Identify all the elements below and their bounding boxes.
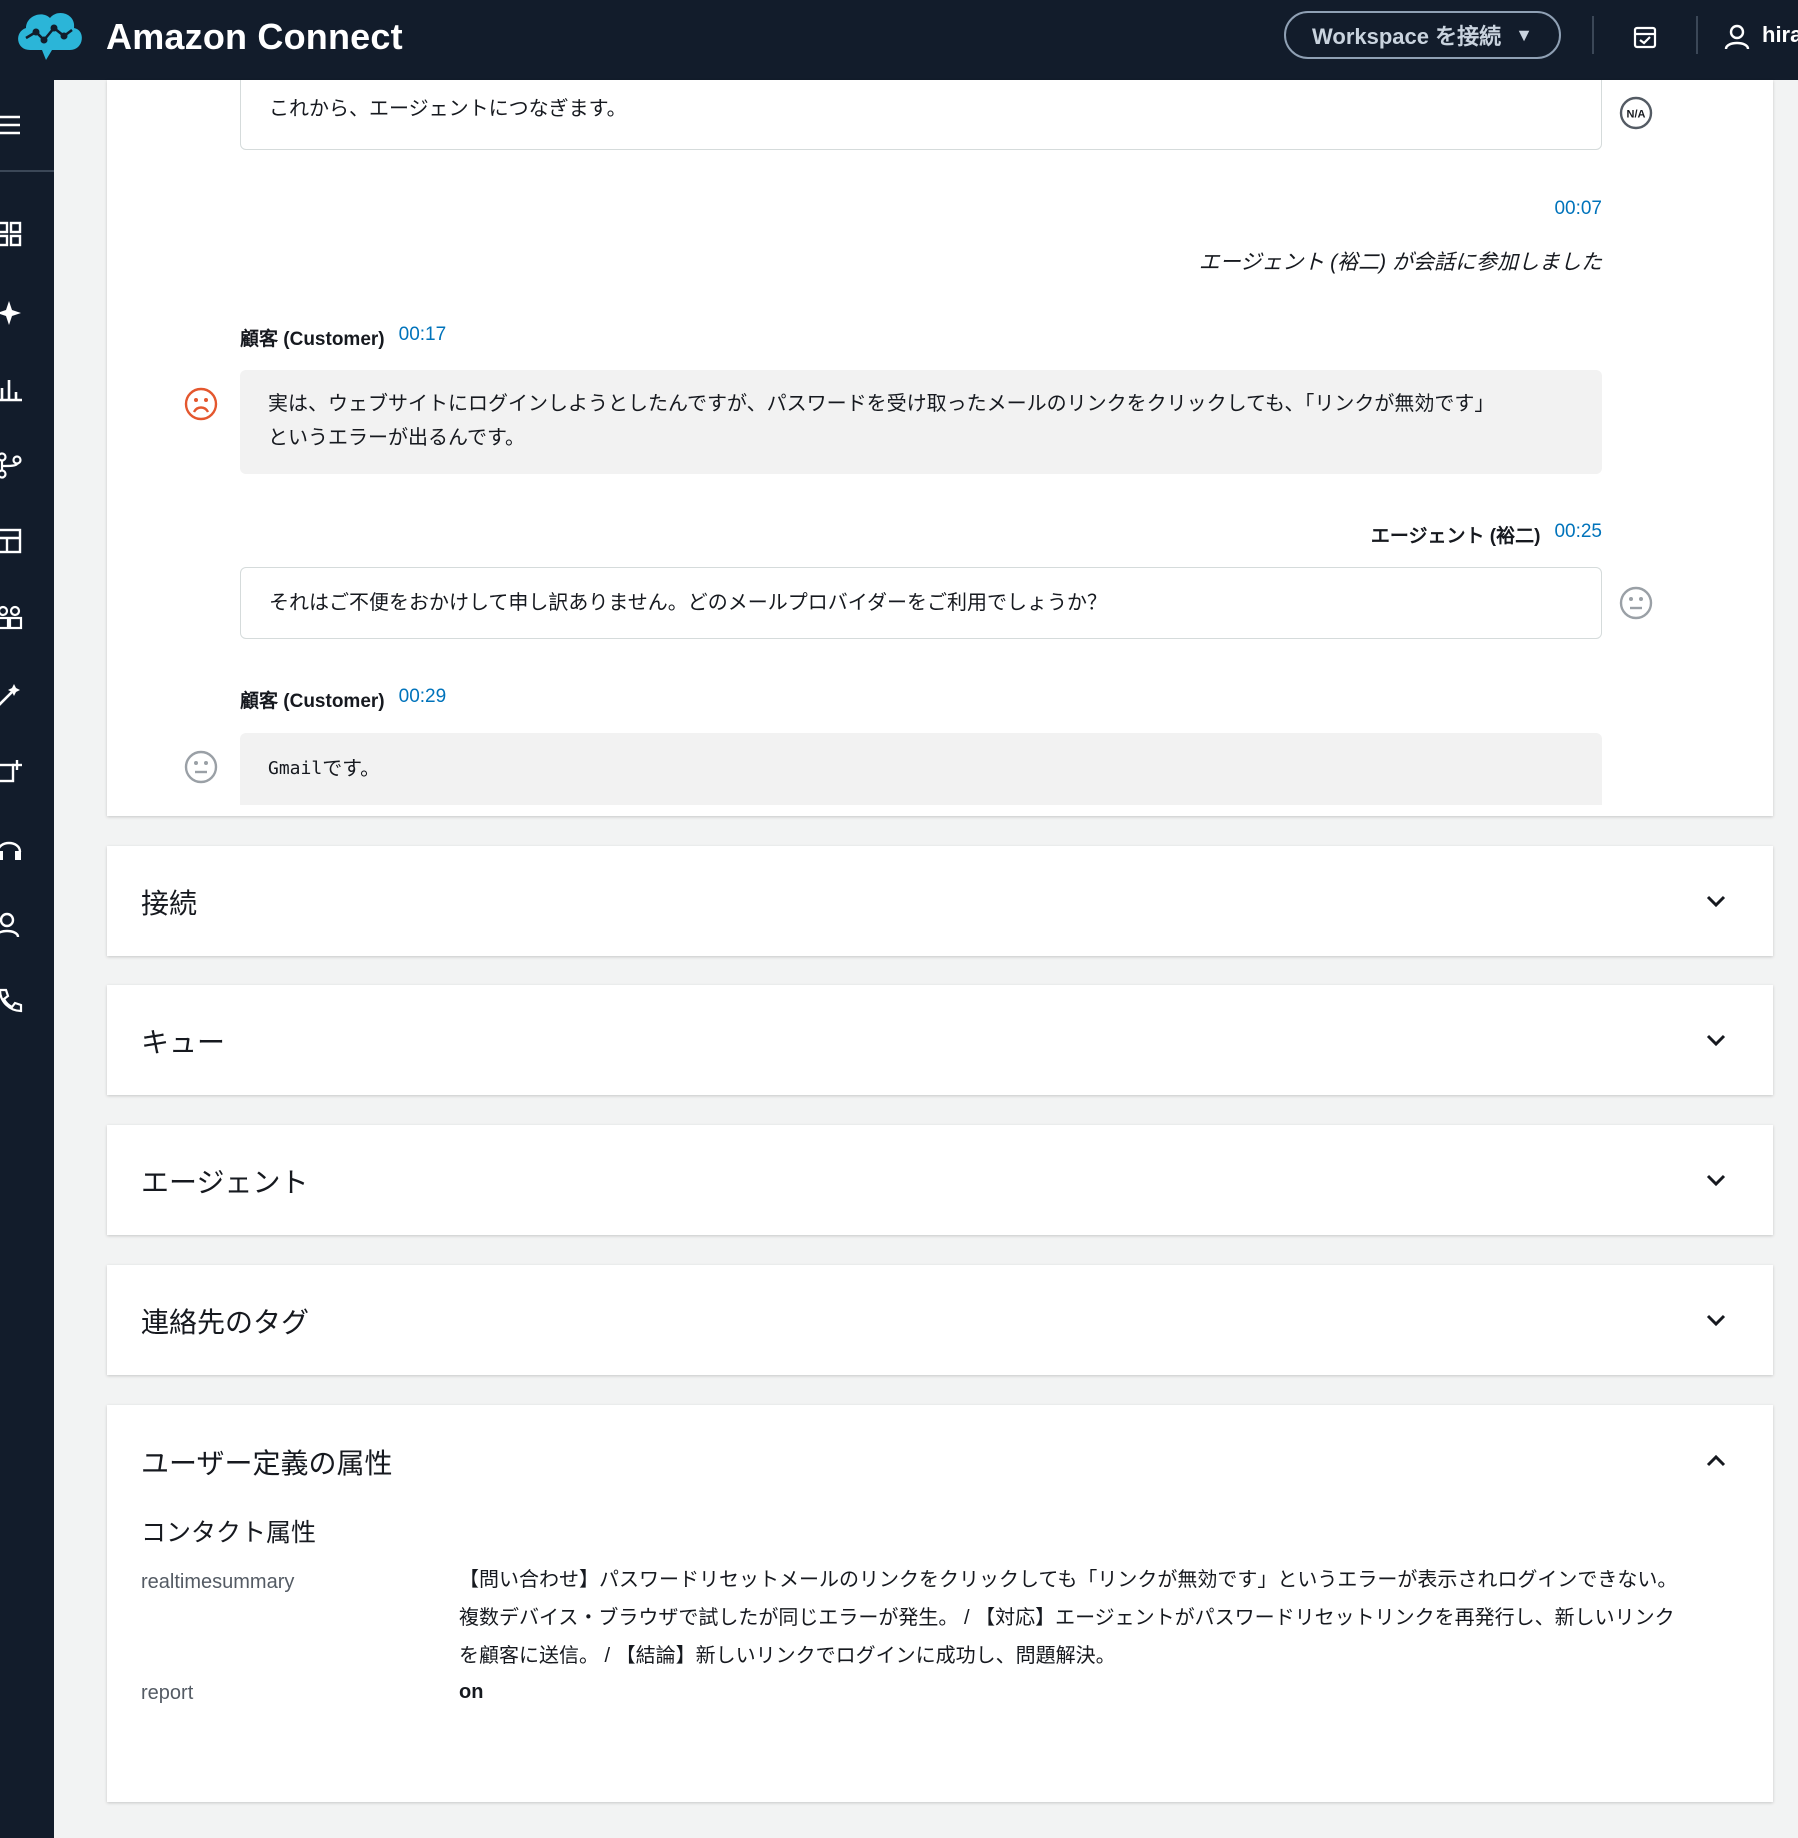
user-icon[interactable]: [0, 910, 24, 940]
sidebar: [0, 80, 54, 1838]
sentiment-neutral-icon: [1619, 586, 1653, 620]
connect-workspace-label: Workspace を接続: [1312, 24, 1502, 49]
attribute-key: realtimesummary: [141, 1571, 295, 1593]
app-title[interactable]: Amazon Connect: [106, 16, 403, 58]
customer-message-bubble: 実は、ウェブサイトにログインしようとしたんですが、パスワードを受け取ったメールの…: [240, 370, 1602, 474]
section-contact-tags[interactable]: 連絡先のタグ: [107, 1265, 1773, 1375]
message-time: 00:25: [1554, 521, 1602, 542]
magic-wand-icon[interactable]: [0, 680, 24, 710]
caret-down-icon: ▼: [1515, 24, 1533, 45]
section-title: 連絡先のタグ: [141, 1307, 310, 1338]
speaker-label: 顧客 (Customer) 00:17: [240, 324, 446, 351]
attribute-value-line: 複数デバイス・ブラウザで試したが同じエラーが発生。 / 【対応】エージェントがパ…: [459, 1607, 1675, 1629]
message-text-line: 実は、ウェブサイトにログインしようとしたんですが、パスワードを受け取ったメールの…: [268, 393, 1495, 415]
section-title: 接続: [141, 888, 198, 919]
sentiment-neutral-icon: [184, 750, 218, 784]
message-code-text: Gmail: [268, 758, 323, 779]
section-user-defined-attributes[interactable]: ユーザー定義の属性 コンタクト属性 realtimesummary 【問い合わせ…: [107, 1405, 1773, 1802]
speaker-name: エージェント (裕二): [1370, 526, 1541, 547]
agent-message-bubble: これから、エージェントにつなぎます。: [240, 80, 1602, 150]
users-icon[interactable]: [0, 602, 24, 632]
attribute-value-line: 【問い合わせ】パスワードリセットメールのリンクをクリックしても「リンクが無効です…: [459, 1569, 1678, 1591]
speaker-name: 顧客 (Customer): [240, 691, 385, 712]
transcript-panel[interactable]: これから、エージェントにつなぎます。 N/A 00:07 エージェント (裕二)…: [107, 80, 1773, 816]
section-title: エージェント: [141, 1167, 309, 1198]
agent-message-bubble: それはご不便をおかけして申し訳ありません。どのメールプロバイダーをご利用でしょう…: [240, 567, 1602, 639]
amazon-connect-logo[interactable]: [12, 6, 86, 68]
message-text-line: というエラーが出るんです。: [268, 427, 525, 449]
channels-icon[interactable]: [0, 756, 24, 786]
speaker-name: 顧客 (Customer): [240, 329, 385, 350]
attribute-value: 【問い合わせ】パスワードリセットメールのリンクをクリックしても「リンクが無効です…: [459, 1561, 1749, 1675]
sentiment-negative-icon: [184, 387, 218, 421]
customer-message-bubble: Gmail です。: [240, 733, 1602, 805]
chevron-down-icon[interactable]: [1703, 888, 1729, 914]
message-time: 00:29: [398, 686, 447, 707]
message-text: それはご不便をおかけして申し訳ありません。どのメールプロバイダーをご利用でしょう…: [269, 592, 1107, 614]
divider: [1592, 16, 1594, 54]
speaker-label: エージェント (裕二) 00:25: [1371, 521, 1602, 548]
sentiment-label: N/A: [1627, 109, 1646, 121]
system-message-time: 00:07: [1554, 198, 1602, 219]
section-title: ユーザー定義の属性: [141, 1448, 393, 1479]
message-text: これから、エージェントにつなぎます。: [269, 98, 627, 120]
chevron-down-icon[interactable]: [1703, 1307, 1729, 1333]
chevron-down-icon[interactable]: [1703, 1167, 1729, 1193]
attribute-value-line: を顧客に送信。 / 【結論】新しいリンクでログインに成功し、問題解決。: [459, 1645, 1116, 1667]
chevron-up-icon[interactable]: [1703, 1448, 1729, 1474]
chevron-down-icon[interactable]: [1703, 1027, 1729, 1053]
user-name[interactable]: hira: [1762, 22, 1798, 48]
sentiment-na-icon: N/A: [1619, 96, 1653, 130]
section-agent[interactable]: エージェント: [107, 1125, 1773, 1235]
menu-icon[interactable]: [0, 110, 24, 140]
attributes-heading: コンタクト属性: [141, 1519, 317, 1547]
user-icon[interactable]: [1722, 22, 1752, 52]
headset-icon[interactable]: [0, 834, 24, 864]
sparkle-icon[interactable]: [0, 298, 24, 328]
table-icon[interactable]: [0, 526, 24, 556]
top-navigation-bar: Amazon Connect Workspace を接続 ▼ hira: [0, 0, 1798, 80]
divider: [1696, 16, 1698, 54]
message-text: です。: [322, 758, 381, 780]
attribute-key: report: [141, 1682, 194, 1704]
attribute-value: on: [459, 1681, 484, 1703]
section-connection[interactable]: 接続: [107, 846, 1773, 956]
section-title: キュー: [141, 1027, 226, 1058]
calendar-check-icon[interactable]: [1630, 22, 1660, 52]
routing-icon[interactable]: [0, 450, 24, 480]
bar-chart-icon[interactable]: [0, 374, 24, 404]
sidebar-divider: [0, 170, 54, 172]
dashboard-icon[interactable]: [0, 220, 24, 250]
message-time: 00:17: [398, 324, 447, 345]
system-message: エージェント (裕二) が会話に参加しました: [1198, 251, 1602, 274]
phone-routing-icon[interactable]: [0, 986, 24, 1016]
speaker-label: 顧客 (Customer) 00:29: [240, 686, 446, 713]
connect-workspace-button[interactable]: Workspace を接続 ▼: [1284, 11, 1561, 59]
section-queue[interactable]: キュー: [107, 985, 1773, 1095]
